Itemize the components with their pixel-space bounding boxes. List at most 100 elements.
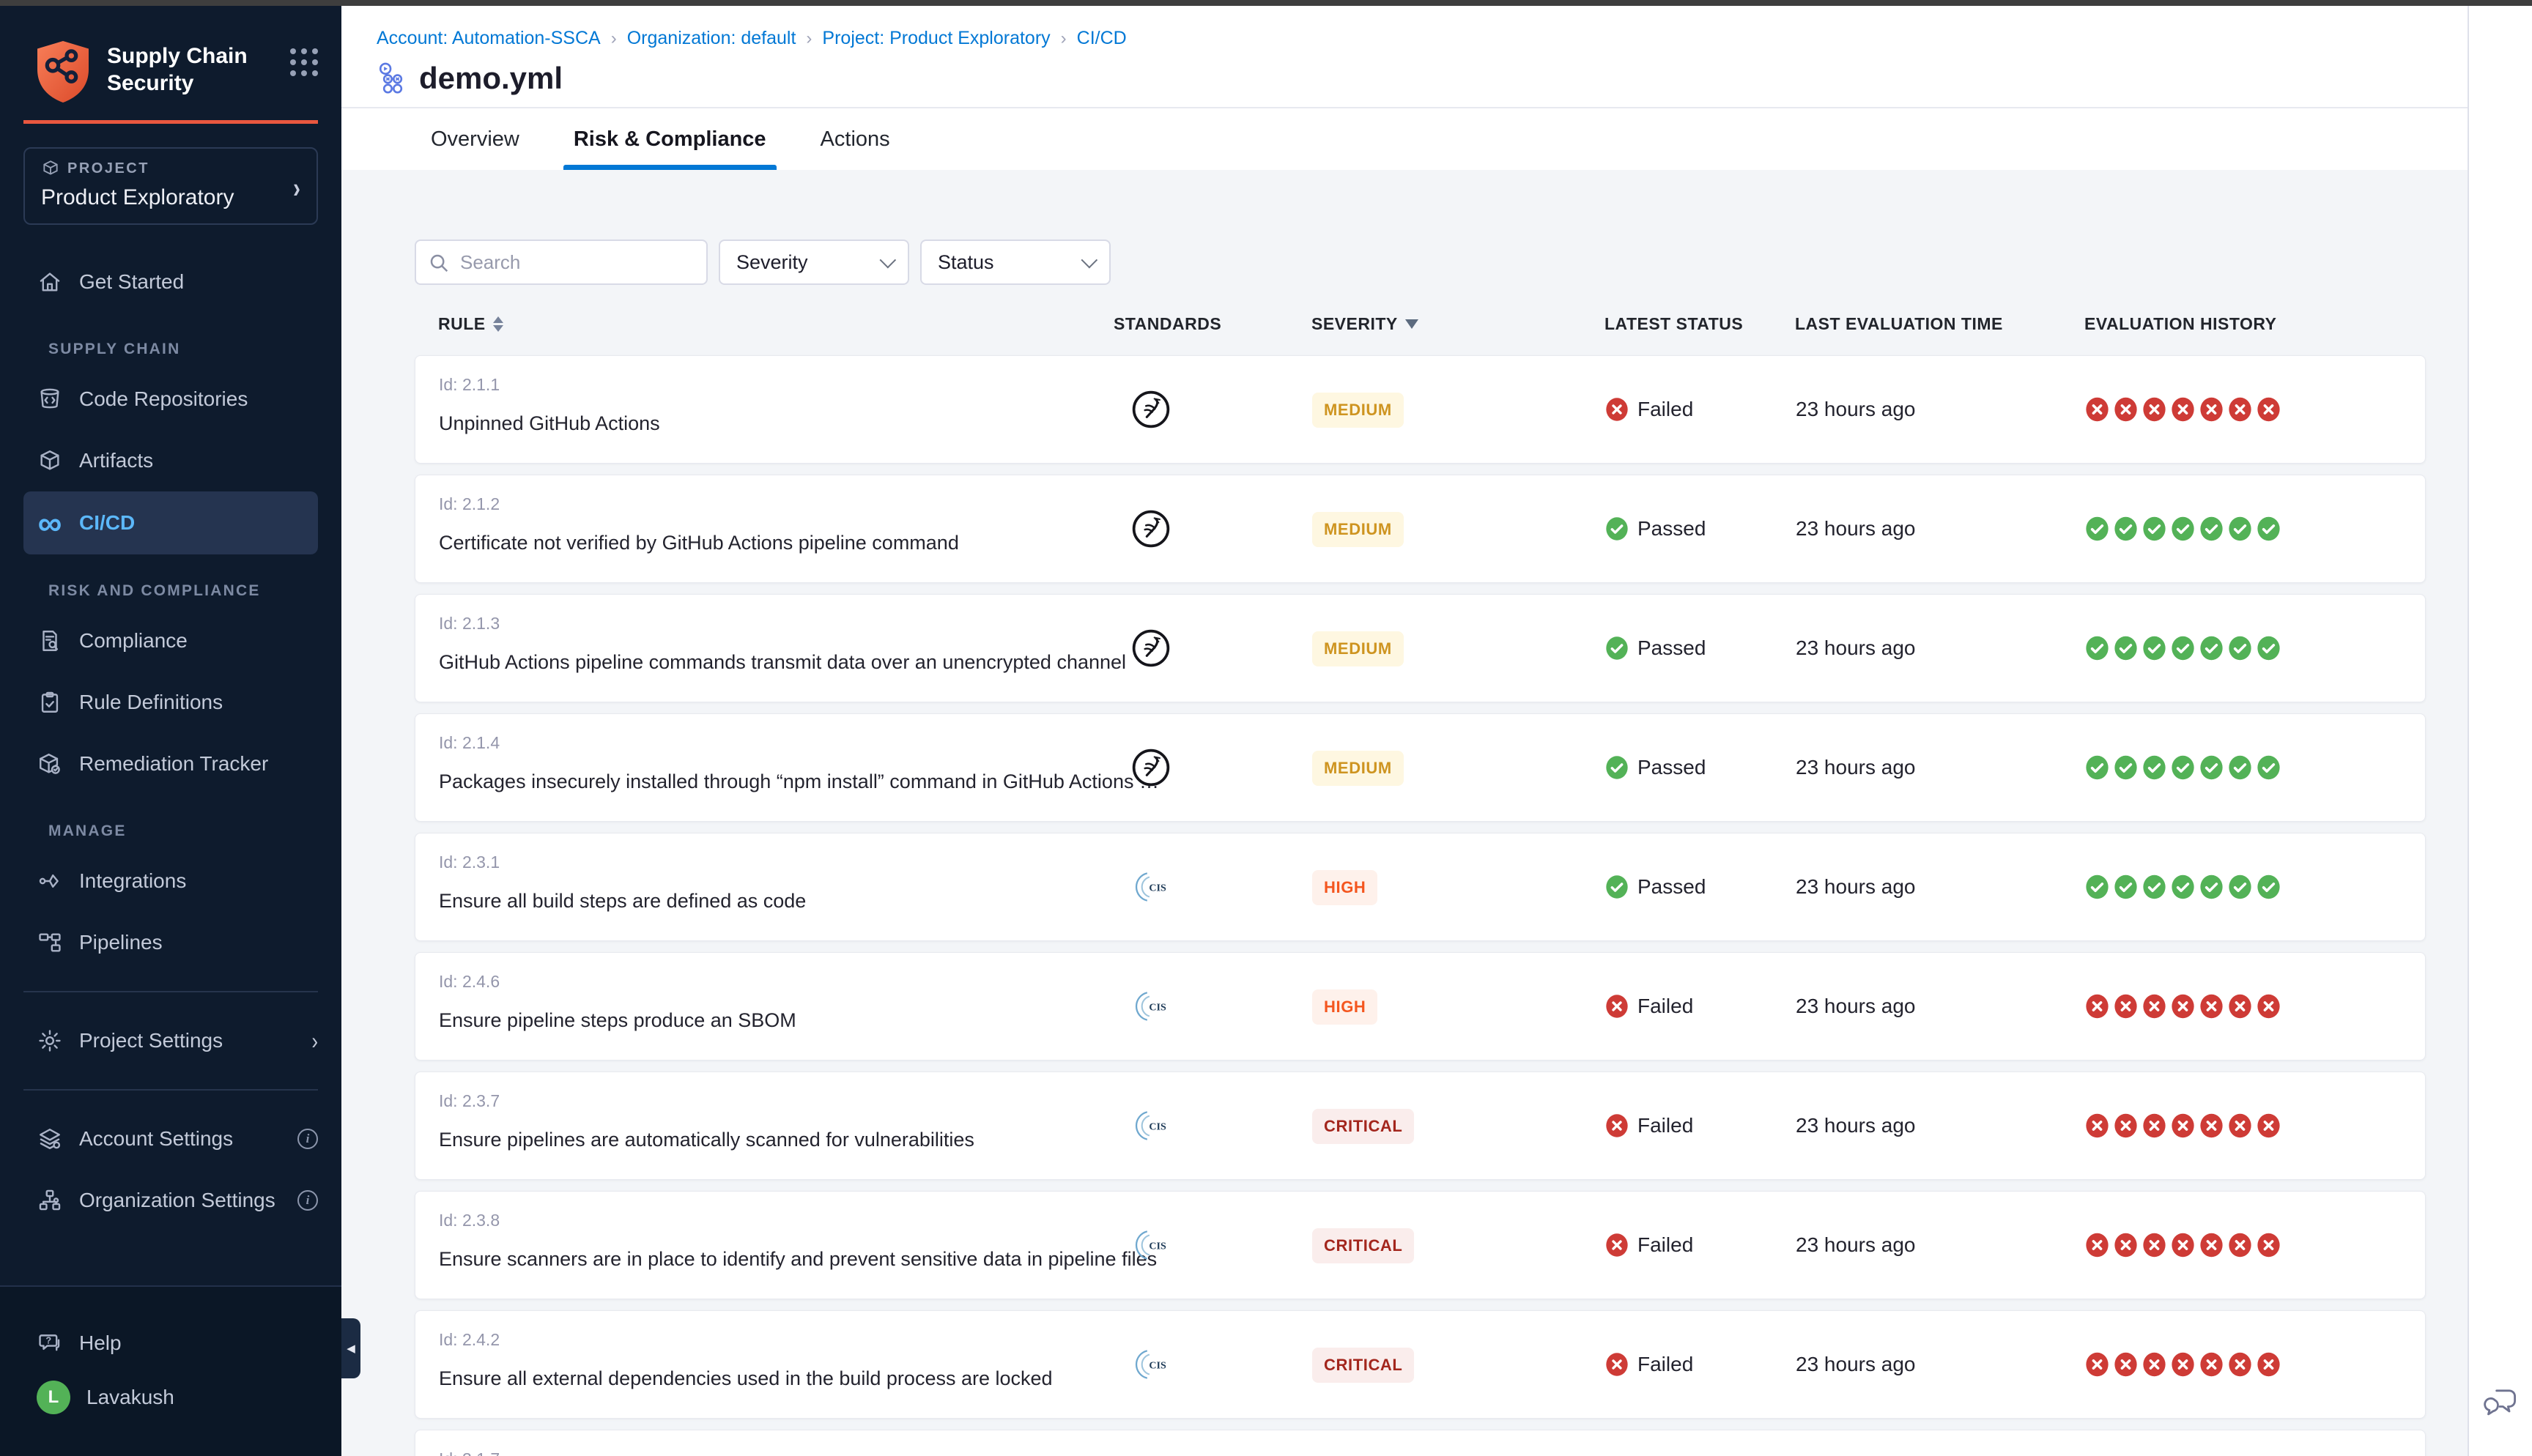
sidebar: Supply Chain Security PROJECT Product Ex…	[0, 6, 341, 1456]
sidebar-item-label: CI/CD	[79, 511, 135, 535]
status-text: Passed	[1637, 636, 1706, 660]
sidebar-item-compliance[interactable]: Compliance	[0, 610, 341, 672]
rule-row[interactable]: Id: 2.1.1Unpinned GitHub ActionsMEDIUMFa…	[415, 355, 2426, 464]
remediation-icon	[37, 751, 63, 777]
svg-text:CIS: CIS	[1149, 883, 1166, 894]
rule-id: Id: 2.4.2	[439, 1330, 1053, 1350]
sidebar-item-integrations[interactable]: Integrations	[0, 850, 341, 912]
passed-status-icon	[1605, 517, 1629, 541]
info-icon[interactable]: i	[297, 1190, 318, 1211]
owasp-standard-icon	[1131, 628, 1171, 668]
page-title: demo.yml	[419, 61, 563, 96]
sidebar-item-project-settings[interactable]: Project Settings›	[0, 1010, 341, 1071]
rule-row[interactable]: Id: 3.1.7CISCRITICALFailed23 hours ago	[415, 1430, 2426, 1456]
column-header-rule[interactable]: RULE	[438, 314, 503, 334]
main-area: Account: Automation-SSCA › Organization: d…	[341, 6, 2468, 1456]
pipeline-file-icon	[377, 62, 409, 95]
status-text: Failed	[1637, 398, 1693, 421]
rule-row[interactable]: Id: 2.3.7Ensure pipelines are automatica…	[415, 1071, 2426, 1180]
failed-status-icon	[1605, 1353, 1629, 1376]
breadcrumb-link[interactable]: Organization: default	[627, 28, 796, 49]
standards-cell: CIS	[1114, 1430, 1188, 1456]
sidebar-item-pipelines[interactable]: Pipelines	[0, 912, 341, 973]
latest-status-cell: Failed	[1605, 953, 1693, 1060]
status-filter[interactable]: Status	[920, 239, 1111, 285]
rule-row[interactable]: Id: 2.4.2Ensure all external dependencie…	[415, 1310, 2426, 1419]
info-icon[interactable]: i	[297, 1129, 318, 1149]
module-grid-icon[interactable]	[290, 48, 318, 76]
breadcrumb-separator: ›	[806, 29, 812, 49]
rule-cell: Id: 2.1.1Unpinned GitHub Actions	[439, 375, 660, 435]
standards-cell: CIS	[1114, 833, 1188, 940]
severity-cell: HIGH	[1312, 870, 1377, 905]
standards-cell	[1114, 595, 1188, 702]
evaluation-history-cell	[2085, 953, 2281, 1060]
nav-section-label: SUPPLY CHAIN	[0, 313, 341, 368]
severity-badge: MEDIUM	[1312, 512, 1404, 547]
severity-badge: CRITICAL	[1312, 1228, 1414, 1263]
rule-id: Id: 2.1.3	[439, 614, 1126, 634]
rule-name: Ensure scanners are in place to identify…	[439, 1248, 1157, 1271]
last-evaluation-time-cell: 23 hours ago	[1796, 595, 1915, 702]
severity-filter-label: Severity	[736, 251, 808, 274]
user-menu[interactable]: L Lavakush	[0, 1370, 341, 1425]
sidebar-item-remediation-tracker[interactable]: Remediation Tracker	[0, 733, 341, 795]
evaluation-history-cell	[2085, 1072, 2281, 1179]
sidebar-item-organization-settings[interactable]: Organization Settingsi	[0, 1170, 341, 1231]
compliance-icon	[37, 628, 63, 654]
evaluation-history-cell	[2085, 1430, 2281, 1456]
rule-row[interactable]: Id: 2.3.1Ensure all build steps are defi…	[415, 833, 2426, 941]
sidebar-item-account-settings[interactable]: Account Settings i	[0, 1108, 341, 1170]
right-rail	[2468, 6, 2532, 1456]
sidebar-item-artifacts[interactable]: Artifacts	[0, 430, 341, 491]
rule-row[interactable]: Id: 2.1.3GitHub Actions pipeline command…	[415, 594, 2426, 702]
rule-row[interactable]: Id: 2.1.2Certificate not verified by Git…	[415, 475, 2426, 583]
sidebar-item-code-repositories[interactable]: Code Repositories	[0, 368, 341, 430]
help-button[interactable]: ? Help	[0, 1316, 341, 1370]
severity-cell: CRITICAL	[1312, 1228, 1414, 1263]
evaluation-history-cell	[2085, 1192, 2281, 1299]
svg-text:CIS: CIS	[1149, 1122, 1166, 1133]
filter-bar: Severity Status	[415, 239, 2468, 285]
sidebar-item-label: Account Settings	[79, 1127, 233, 1151]
passed-status-icon	[1605, 756, 1629, 779]
project-label: PROJECT	[67, 160, 149, 177]
rule-row[interactable]: Id: 2.1.4Packages insecurely installed t…	[415, 713, 2426, 822]
nav-divider	[23, 1089, 318, 1091]
sidebar-item-get-started[interactable]: Get Started	[0, 251, 341, 313]
sidebar-item-label: Code Repositories	[79, 387, 248, 411]
nav-section-label: RISK AND COMPLIANCE	[0, 554, 341, 610]
cis-standard-icon: CIS	[1131, 987, 1171, 1026]
last-evaluation-time-cell: 23 hours ago	[1796, 356, 1915, 463]
status-text: Failed	[1637, 1353, 1693, 1376]
breadcrumb-link[interactable]: CI/CD	[1077, 28, 1127, 49]
tab-overview[interactable]: Overview	[421, 108, 530, 170]
rule-row[interactable]: Id: 2.3.8Ensure scanners are in place to…	[415, 1191, 2426, 1299]
pipelines-icon	[37, 929, 63, 956]
rule-cell: Id: 2.1.2Certificate not verified by Git…	[439, 494, 959, 554]
cicd-icon: ∞	[37, 510, 63, 536]
tab-actions[interactable]: Actions	[810, 108, 900, 170]
latest-status-cell: Failed	[1605, 1430, 1693, 1456]
breadcrumb-link[interactable]: Project: Product Exploratory	[822, 28, 1050, 49]
severity-badge: MEDIUM	[1312, 751, 1404, 786]
breadcrumb-link[interactable]: Account: Automation-SSCA	[377, 28, 601, 49]
owasp-standard-icon	[1131, 390, 1171, 429]
chevron-right-icon: ›	[311, 1027, 318, 1055]
column-header-severity[interactable]: SEVERITY	[1311, 314, 1418, 334]
standards-cell: CIS	[1114, 1311, 1188, 1418]
severity-badge: HIGH	[1312, 989, 1377, 1025]
sidebar-collapse-handle[interactable]: ◀	[341, 1318, 360, 1378]
chat-support-icon[interactable]	[2481, 1383, 2519, 1421]
project-selector[interactable]: PROJECT Product Exploratory ›	[23, 147, 318, 225]
breadcrumb-separator: ›	[611, 29, 617, 49]
status-filter-label: Status	[938, 251, 994, 274]
app-logo: Supply Chain Security	[32, 38, 318, 105]
tab-risk-compliance[interactable]: Risk & Compliance	[563, 108, 777, 170]
rule-row[interactable]: Id: 2.4.6Ensure pipeline steps produce a…	[415, 952, 2426, 1061]
severity-filter[interactable]: Severity	[719, 239, 909, 285]
search-input[interactable]	[416, 241, 706, 283]
status-text: Passed	[1637, 517, 1706, 541]
sidebar-item-ci-cd[interactable]: ∞ CI/CD	[23, 491, 318, 554]
sidebar-item-rule-definitions[interactable]: Rule Definitions	[0, 672, 341, 733]
